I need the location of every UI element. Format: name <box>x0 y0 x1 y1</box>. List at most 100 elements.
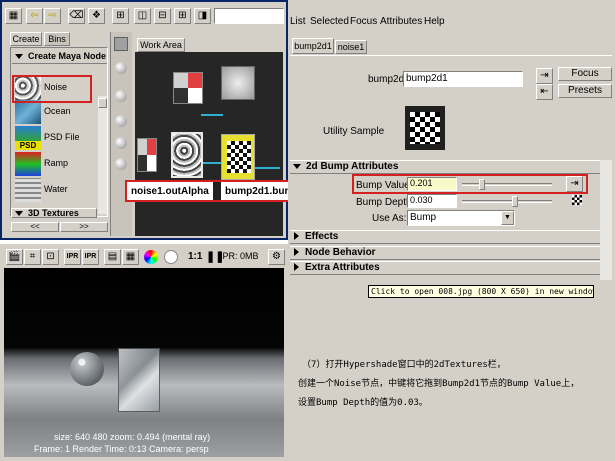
scroll-thumb[interactable] <box>98 98 107 108</box>
circle-button-icon[interactable] <box>115 62 127 74</box>
tab-noise1[interactable]: noise1 <box>335 40 367 54</box>
graph-network-icon[interactable]: ⊞ <box>112 8 129 24</box>
bump2d-thumbnail <box>227 141 251 173</box>
bump-depth-label: Bump Depth <box>356 197 412 208</box>
ramp-thumbnail <box>15 152 41 176</box>
use-as-dropdown[interactable]: Bump ▼ <box>407 210 515 226</box>
node-label: Water <box>44 184 68 194</box>
instruction-line1: （7）打开Hypershade窗口中的2dTextures栏， <box>302 360 506 370</box>
checker-map-icon[interactable] <box>572 195 582 205</box>
eraser-icon[interactable]: ⌫ <box>68 8 85 24</box>
glass-sphere <box>70 352 104 386</box>
texture-node[interactable] <box>221 66 255 100</box>
scroll-right-button[interactable]: >> <box>60 222 108 232</box>
section-extra-attributes[interactable]: Extra Attributes <box>290 261 612 275</box>
node-list-scrollbar[interactable] <box>98 96 107 214</box>
circle-button-icon[interactable] <box>115 158 127 170</box>
connection-line <box>201 114 223 116</box>
use-as-value: Bump <box>410 212 437 223</box>
node-item-water[interactable]: Water <box>13 176 93 204</box>
zoom-level[interactable]: 1:1 <box>188 251 202 262</box>
menu-focus[interactable]: Focus <box>350 16 377 27</box>
ipr-memory-label: IPR: 0MB <box>220 251 259 261</box>
noise-highlight-box <box>12 75 92 103</box>
color-wheel-icon[interactable] <box>144 250 158 264</box>
shader-tree-icon[interactable]: ❖ <box>88 8 105 24</box>
ipr-render-icon[interactable]: IPR <box>64 249 81 265</box>
ipr-refresh-icon[interactable]: IPR <box>82 249 99 265</box>
render-clapper-icon[interactable]: 🎬 <box>6 249 23 265</box>
rgb-channel-icon[interactable]: ▤ <box>104 249 121 265</box>
noise-node[interactable] <box>171 132 203 178</box>
tab-bins[interactable]: Bins <box>44 32 70 46</box>
checker-icon[interactable]: ▦ <box>122 249 139 265</box>
white-circle-icon[interactable] <box>164 250 178 264</box>
render-settings-icon[interactable]: ⚙ <box>268 249 285 265</box>
snapshot-icon[interactable]: ⊡ <box>42 249 59 265</box>
layout-right-icon[interactable]: ◨ <box>194 8 211 24</box>
swatch-checker <box>410 112 440 144</box>
tab-work-area[interactable]: Work Area <box>137 38 185 52</box>
work-area-canvas[interactable] <box>135 52 283 236</box>
circle-button-icon[interactable] <box>115 115 127 127</box>
3d-textures-header[interactable]: 3D Textures <box>11 208 97 218</box>
menu-help[interactable]: Help <box>424 16 445 27</box>
section-node-behavior[interactable]: Node Behavior <box>290 246 612 260</box>
bump-depth-slider-thumb[interactable] <box>512 196 519 207</box>
layout-top-icon[interactable]: ⊟ <box>154 8 171 24</box>
render-image: size: 640 480 zoom: 0.494 (mental ray) F… <box>4 268 284 457</box>
node-label: Ocean <box>44 106 71 116</box>
place2d-node[interactable] <box>173 72 203 104</box>
menu-attributes[interactable]: Attributes <box>380 16 422 27</box>
focus-output-icon[interactable]: ⇤ <box>536 84 553 100</box>
glass-cube <box>118 348 160 412</box>
attribute-scrollbar[interactable] <box>600 160 612 280</box>
connection-separator <box>213 182 221 200</box>
create-maya-nodes-header[interactable]: Create Maya Node <box>12 50 107 64</box>
bump-depth-field[interactable]: 0.030 <box>407 194 457 208</box>
layout-grid-icon[interactable]: ⊞ <box>174 8 191 24</box>
place2d-node[interactable] <box>137 138 157 172</box>
tab-bump2d1[interactable]: bump2d1 <box>292 38 334 54</box>
water-thumbnail <box>15 178 41 202</box>
attribute-editor-menu: List Selected Focus Attributes Help <box>290 15 612 29</box>
psd-badge: PSD <box>15 141 41 150</box>
section-effects[interactable]: Effects <box>290 230 612 244</box>
focus-input-icon[interactable]: ⇥ <box>536 68 553 84</box>
section-2d-bump[interactable]: 2d Bump Attributes <box>290 160 612 174</box>
focus-button[interactable]: Focus <box>558 67 612 81</box>
dropdown-arrow-icon[interactable]: ▼ <box>501 211 514 225</box>
render-region-icon[interactable]: ⌗ <box>24 249 41 265</box>
instruction-line2: 创建一个Noise节点，中键将它拖到Bump2d1节点的Bump Value上， <box>298 379 580 389</box>
arrow-left-icon[interactable]: ⇦ <box>26 8 43 24</box>
menu-selected[interactable]: Selected <box>310 16 349 27</box>
circle-button-icon[interactable] <box>115 90 127 102</box>
swatch-label: Utility Sample <box>323 126 385 137</box>
presets-button[interactable]: Presets <box>558 84 612 98</box>
hypershade-search-field[interactable] <box>214 8 284 24</box>
render-status-line2: Frame: 1 Render Time: 0:13 Camera: persp <box>34 444 209 454</box>
bump-value-highlight-box <box>352 174 588 194</box>
scroll-left-button[interactable]: << <box>11 222 59 232</box>
grid-icon[interactable]: ▦ <box>5 8 22 24</box>
node-item-psd-file[interactable]: PSD PSD File <box>13 124 93 152</box>
node-name-field[interactable]: bump2d1 <box>403 71 523 87</box>
hypershade-toolbar: ▦ ⇦ ⇨ ⌫ ❖ ⊞ ◫ ⊟ ⊞ ◨ <box>2 2 286 30</box>
tooltip: Click to open 008.jpg (800 X 650) in new… <box>368 285 594 298</box>
tab-create[interactable]: Create <box>10 32 42 46</box>
psd-thumbnail: PSD <box>15 126 41 150</box>
node-label: Ramp <box>44 158 69 168</box>
menu-list[interactable]: List <box>290 16 306 27</box>
ocean-thumbnail <box>15 100 41 124</box>
use-as-label: Use As: <box>372 213 407 224</box>
graph-icon[interactable] <box>114 37 128 51</box>
circle-button-icon[interactable] <box>115 137 127 149</box>
arrow-right-icon[interactable]: ⇨ <box>44 8 61 24</box>
render-status-line1: size: 640 480 zoom: 0.494 (mental ray) <box>54 432 211 442</box>
render-view-toolbar: 🎬 ⌗ ⊡ IPR IPR ▤ ▦ 1:1 ❚❚ IPR: 0MB ⚙ <box>4 248 286 266</box>
bump-depth-slider-track[interactable] <box>462 200 552 203</box>
bump2d-node[interactable] <box>221 134 255 180</box>
layout-left-icon[interactable]: ◫ <box>134 8 151 24</box>
node-type-label: bump2d: <box>368 74 407 85</box>
node-item-ramp[interactable]: Ramp <box>13 150 93 178</box>
